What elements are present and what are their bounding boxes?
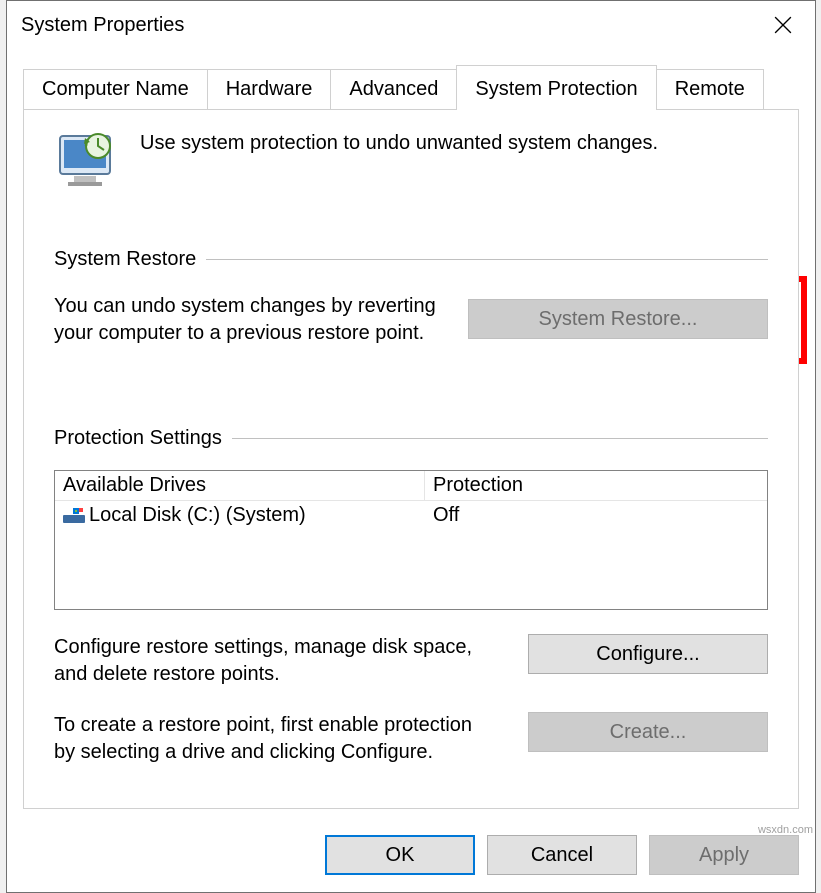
system-restore-icon [54, 130, 122, 188]
tab-strip: Computer Name Hardware Advanced System P… [23, 69, 815, 110]
watermark: wsxdn.com [758, 824, 813, 836]
ok-button[interactable]: OK [325, 835, 475, 875]
group-heading-label: System Restore [54, 248, 196, 271]
divider [232, 438, 768, 439]
create-button[interactable]: Create... [528, 712, 768, 752]
tab-system-protection[interactable]: System Protection [456, 65, 656, 110]
system-restore-group: System Restore You can undo system chang… [54, 248, 768, 347]
system-properties-window: System Properties Computer Name Hardware… [6, 0, 816, 893]
configure-button[interactable]: Configure... [528, 634, 768, 674]
tab-remote[interactable]: Remote [656, 69, 764, 110]
dialog-action-bar: OK Cancel Apply [7, 826, 815, 892]
tab-hardware[interactable]: Hardware [207, 69, 332, 110]
intro-text: Use system protection to undo unwanted s… [140, 132, 658, 155]
create-description: To create a restore point, first enable … [54, 712, 494, 766]
system-restore-button[interactable]: System Restore... [468, 299, 768, 339]
titlebar: System Properties [7, 1, 815, 49]
system-restore-description: You can undo system changes by reverting… [54, 293, 464, 347]
group-heading-label: Protection Settings [54, 427, 222, 450]
system-restore-heading: System Restore [54, 248, 768, 271]
close-button[interactable] [751, 1, 815, 49]
apply-button[interactable]: Apply [649, 835, 799, 875]
drive-name: Local Disk (C:) (System) [89, 504, 306, 527]
drive-protection-status: Off [425, 501, 767, 530]
column-header-protection[interactable]: Protection [425, 471, 767, 500]
drive-icon [63, 508, 85, 524]
column-header-drives[interactable]: Available Drives [55, 471, 425, 500]
drives-table[interactable]: Available Drives Protection Local Disk (… [54, 470, 768, 610]
intro-row: Use system protection to undo unwanted s… [54, 130, 768, 188]
divider [206, 259, 768, 260]
configure-description: Configure restore settings, manage disk … [54, 634, 494, 688]
table-row[interactable]: Local Disk (C:) (System) Off [55, 501, 767, 530]
protection-settings-heading: Protection Settings [54, 427, 768, 450]
close-icon [774, 16, 792, 34]
protection-settings-group: Protection Settings Available Drives Pro… [54, 427, 768, 766]
tab-computer-name[interactable]: Computer Name [23, 69, 208, 110]
window-title: System Properties [21, 14, 184, 37]
tab-advanced[interactable]: Advanced [330, 69, 457, 110]
cancel-button[interactable]: Cancel [487, 835, 637, 875]
system-protection-panel: Use system protection to undo unwanted s… [23, 109, 799, 809]
drives-table-header: Available Drives Protection [55, 471, 767, 501]
